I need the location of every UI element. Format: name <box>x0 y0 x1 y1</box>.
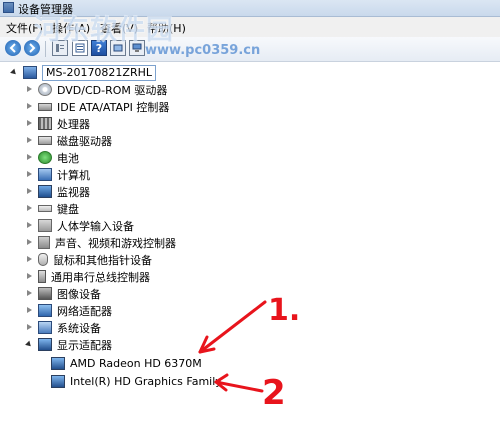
hid-icon <box>38 219 52 232</box>
tree-item-label: 显示适配器 <box>57 338 112 352</box>
display-device-icon <box>51 357 65 370</box>
tree-item-label: 监视器 <box>57 185 90 199</box>
collapse-icon[interactable] <box>25 340 34 349</box>
expand-icon[interactable] <box>25 85 34 94</box>
tree-item-dvd[interactable]: DVD/CD-ROM 驱动器 <box>25 81 167 98</box>
menu-help[interactable]: 帮助(H) <box>147 20 186 36</box>
tree-item-computer[interactable]: 计算机 <box>25 166 90 183</box>
tree-item-label: 人体学输入设备 <box>57 219 134 233</box>
computer-icon <box>23 66 37 79</box>
expand-icon[interactable] <box>25 119 34 128</box>
tree-item-label: 网络适配器 <box>57 304 112 318</box>
tree-item-hid[interactable]: 人体学输入设备 <box>25 217 134 234</box>
show-hide-tree-icon[interactable] <box>52 40 68 56</box>
tree-item-label: 处理器 <box>57 117 90 131</box>
tree-item-display[interactable]: 显示适配器 <box>25 336 112 353</box>
expand-icon[interactable] <box>25 289 34 298</box>
usb-icon <box>38 270 46 283</box>
tree-root[interactable]: MS-20170821ZRHL <box>10 64 157 81</box>
expand-icon[interactable] <box>25 323 34 332</box>
forward-icon[interactable] <box>24 40 40 56</box>
tree-item-mouse[interactable]: 鼠标和其他指针设备 <box>25 251 152 268</box>
expand-icon[interactable] <box>25 306 34 315</box>
tree-item-label: 图像设备 <box>57 287 101 301</box>
disk-drive-icon <box>38 136 52 145</box>
computer-icon <box>38 168 52 181</box>
title-bar: 设备管理器 <box>0 0 500 17</box>
menu-bar: 文件(F) 操作(A) 查看(V) 帮助(H) <box>0 17 500 37</box>
back-icon[interactable] <box>5 40 21 56</box>
ide-controller-icon <box>38 102 52 111</box>
tree-item-label: Intel(R) HD Graphics Family <box>70 375 222 388</box>
expand-icon[interactable] <box>25 204 34 213</box>
computer-icon[interactable] <box>129 40 145 56</box>
root-label: MS-20170821ZRHL <box>42 64 157 81</box>
dvd-drive-icon <box>38 83 52 96</box>
tree-item-label: 通用串行总线控制器 <box>51 270 150 284</box>
tree-item-label: DVD/CD-ROM 驱动器 <box>57 83 168 97</box>
menu-action[interactable]: 操作(A) <box>52 20 90 36</box>
expand-icon[interactable] <box>25 272 34 281</box>
tree-item-label: 计算机 <box>57 168 90 182</box>
tree-item-label: 鼠标和其他指针设备 <box>53 253 152 267</box>
tree-item-usb[interactable]: 通用串行总线控制器 <box>25 268 150 285</box>
tree-item-label: 磁盘驱动器 <box>57 134 112 148</box>
mouse-icon <box>38 253 48 266</box>
battery-icon <box>38 151 52 164</box>
tree-item-intel-hd[interactable]: Intel(R) HD Graphics Family <box>51 373 222 390</box>
tree-item-label: AMD Radeon HD 6370M <box>70 357 202 370</box>
window-title: 设备管理器 <box>18 3 73 16</box>
tree-item-imaging[interactable]: 图像设备 <box>25 285 101 302</box>
sound-icon <box>38 236 50 249</box>
menu-view[interactable]: 查看(V) <box>100 20 138 36</box>
camera-icon <box>38 287 52 300</box>
display-device-icon <box>51 375 65 388</box>
tree-item-network[interactable]: 网络适配器 <box>25 302 112 319</box>
processor-icon <box>38 117 52 130</box>
expand-icon[interactable] <box>25 221 34 230</box>
toolbar: ? <box>0 37 500 62</box>
tree-item-label: 键盘 <box>57 202 79 216</box>
tree-item-monitor[interactable]: 监视器 <box>25 183 90 200</box>
collapse-icon[interactable] <box>10 68 19 77</box>
expand-icon[interactable] <box>25 187 34 196</box>
menu-file[interactable]: 文件(F) <box>6 20 43 36</box>
expand-icon[interactable] <box>25 102 34 111</box>
tree-item-ide[interactable]: IDE ATA/ATAPI 控制器 <box>25 98 169 115</box>
expand-icon[interactable] <box>25 255 34 264</box>
properties-icon[interactable] <box>72 40 88 56</box>
tree-item-system[interactable]: 系统设备 <box>25 319 101 336</box>
network-adapter-icon <box>38 304 52 317</box>
scan-hardware-icon[interactable] <box>110 40 126 56</box>
device-tree: MS-20170821ZRHL DVD/CD-ROM 驱动器 IDE ATA/A… <box>0 62 500 422</box>
help-icon[interactable]: ? <box>91 40 107 56</box>
tree-item-amd-radeon[interactable]: AMD Radeon HD 6370M <box>51 355 202 372</box>
tree-item-battery[interactable]: 电池 <box>25 149 79 166</box>
tree-item-label: 系统设备 <box>57 321 101 335</box>
expand-icon[interactable] <box>25 153 34 162</box>
toolbar-separator <box>45 41 46 57</box>
expand-icon[interactable] <box>25 170 34 179</box>
tree-item-processor[interactable]: 处理器 <box>25 115 90 132</box>
device-manager-icon <box>3 2 14 13</box>
tree-item-disk[interactable]: 磁盘驱动器 <box>25 132 112 149</box>
expand-icon[interactable] <box>25 136 34 145</box>
tree-item-sound[interactable]: 声音、视频和游戏控制器 <box>25 234 176 251</box>
keyboard-icon <box>38 205 52 212</box>
tree-item-label: 电池 <box>57 151 79 165</box>
expand-icon[interactable] <box>25 238 34 247</box>
tree-item-label: 声音、视频和游戏控制器 <box>55 236 176 250</box>
display-adapter-icon <box>38 338 52 351</box>
monitor-icon <box>38 185 52 198</box>
system-device-icon <box>38 321 52 334</box>
tree-item-label: IDE ATA/ATAPI 控制器 <box>57 100 170 114</box>
tree-item-keyboard[interactable]: 键盘 <box>25 200 79 217</box>
